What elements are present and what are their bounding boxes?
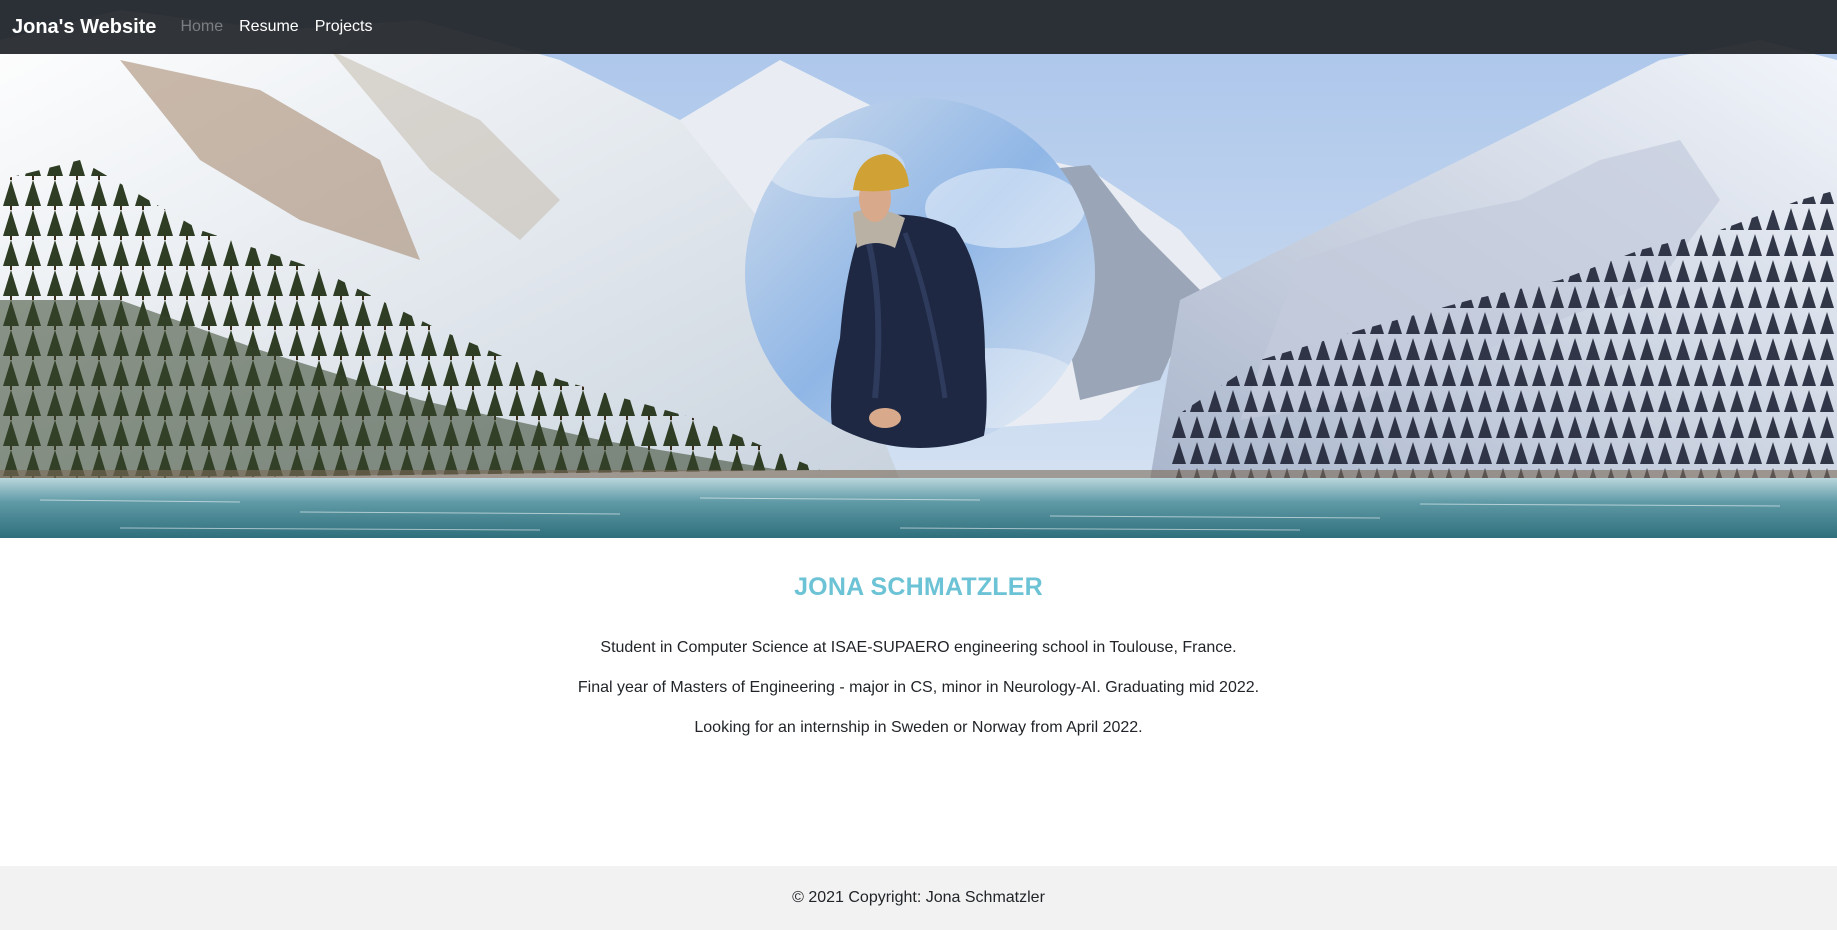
nav-item-projects[interactable]: Projects <box>315 18 373 36</box>
bio-line-studies: Final year of Masters of Engineering - m… <box>577 679 1260 696</box>
footer-copyright: © 2021 Copyright: Jona Schmatzler <box>792 889 1045 906</box>
nav-item-resume[interactable]: Resume <box>239 18 299 36</box>
hero-banner <box>0 0 1837 538</box>
bio-line-education: Student in Computer Science at ISAE-SUPA… <box>600 639 1237 656</box>
bio-line-internship: Looking for an internship in Sweden or N… <box>694 719 1143 736</box>
profile-photo <box>745 98 1095 448</box>
profile-name-heading: JONA SCHMATZLER <box>794 573 1043 601</box>
nav-item-home[interactable]: Home <box>180 18 223 36</box>
profile-section: JONA SCHMATZLER Student in Computer Scie… <box>0 538 1837 738</box>
top-navbar: Jona's Website Home Resume Projects <box>0 0 1837 54</box>
page-footer: © 2021 Copyright: Jona Schmatzler <box>0 866 1837 930</box>
site-brand-link[interactable]: Jona's Website <box>12 16 156 39</box>
